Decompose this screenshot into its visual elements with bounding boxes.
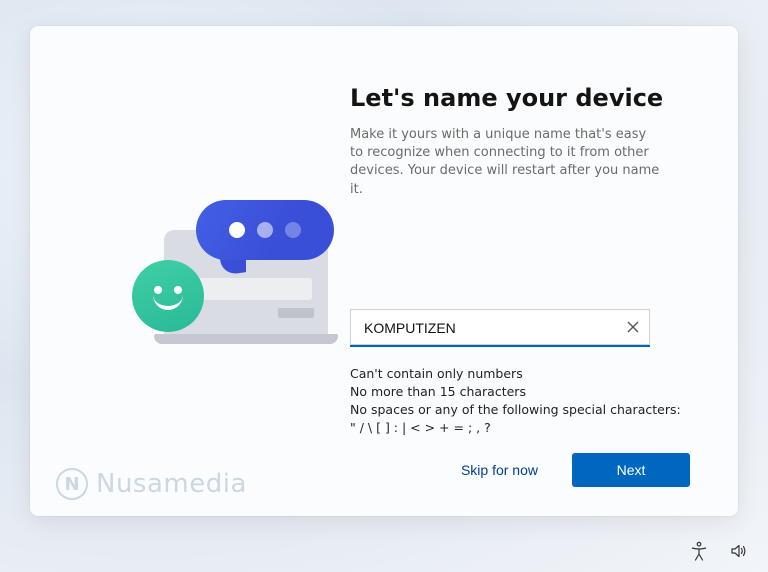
watermark-logo: N — [56, 468, 88, 500]
device-name-input[interactable] — [350, 309, 616, 345]
page-title: Let's name your device — [350, 84, 690, 112]
clear-input-button[interactable] — [616, 310, 650, 344]
device-name-field[interactable] — [350, 309, 650, 347]
rule-line: " / \ [ ] : | < > + = ; , ? — [350, 419, 690, 437]
system-tray — [688, 540, 750, 562]
name-rules: Can't contain only numbers No more than … — [350, 365, 690, 438]
action-row: Skip for now Next — [447, 452, 690, 488]
volume-icon[interactable] — [728, 540, 750, 562]
smiley-icon — [132, 260, 204, 332]
watermark: N Nusamedia — [56, 468, 247, 500]
accessibility-icon[interactable] — [688, 540, 710, 562]
next-button[interactable]: Next — [572, 453, 690, 487]
close-icon — [627, 321, 639, 333]
skip-button[interactable]: Skip for now — [447, 452, 552, 488]
illustration-pane: N Nusamedia — [30, 26, 350, 516]
setup-card: N Nusamedia Let's name your device Make … — [30, 26, 738, 516]
rule-line: No more than 15 characters — [350, 383, 690, 401]
typing-bubble-icon — [196, 200, 334, 260]
watermark-text: Nusamedia — [96, 469, 247, 499]
device-illustration — [122, 210, 334, 360]
page-subtitle: Make it yours with a unique name that's … — [350, 126, 660, 199]
rule-line: No spaces or any of the following specia… — [350, 401, 690, 419]
content-pane: Let's name your device Make it yours wit… — [350, 26, 738, 516]
rule-line: Can't contain only numbers — [350, 365, 690, 383]
